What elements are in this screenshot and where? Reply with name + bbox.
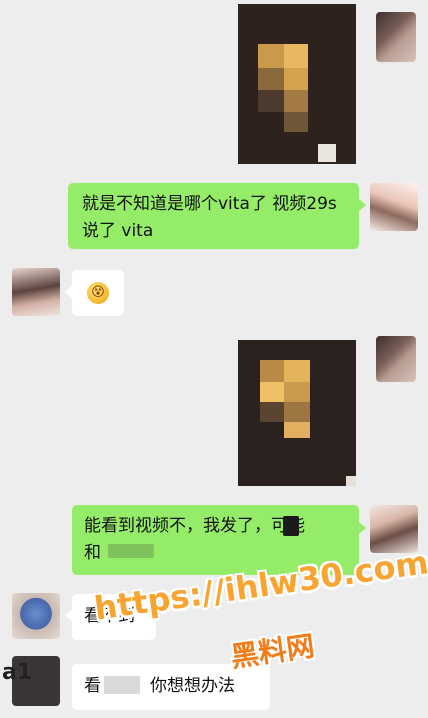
message-text-partial: 看 [84, 676, 101, 696]
avatar-self[interactable] [376, 336, 416, 382]
avatar-contact[interactable] [12, 268, 60, 316]
bubble-tail [359, 522, 366, 534]
bubble-tail [65, 609, 72, 621]
message-text-line2: 和 [84, 543, 101, 563]
redaction-scribble [104, 676, 140, 694]
image-message-1[interactable] [238, 4, 356, 164]
message-text: 能看到视频不，我发了，可能 [84, 516, 305, 536]
message-bubble-sent-1[interactable]: 就是不知道是哪个vita了 视频29s说了 vita [68, 183, 359, 249]
image-message-2[interactable] [238, 340, 356, 486]
redaction-scribble [108, 544, 154, 558]
message-text: 你想想办法 [150, 676, 235, 696]
emoji-bubble-received[interactable]: 😵 [72, 270, 124, 316]
bubble-tail [359, 199, 366, 211]
avatar-contact[interactable] [12, 593, 60, 639]
face-emoji-icon: 😵 [87, 282, 109, 304]
watermark-site-name: 黑料网 [228, 629, 317, 674]
avatar-label: a1 [2, 660, 33, 685]
avatar-self[interactable] [376, 12, 416, 62]
message-text: 就是不知道是哪个vita了 视频29s说了 vita [82, 194, 337, 241]
avatar-self[interactable] [370, 183, 418, 231]
redaction-scribble [283, 516, 299, 536]
bubble-tail [65, 286, 72, 298]
